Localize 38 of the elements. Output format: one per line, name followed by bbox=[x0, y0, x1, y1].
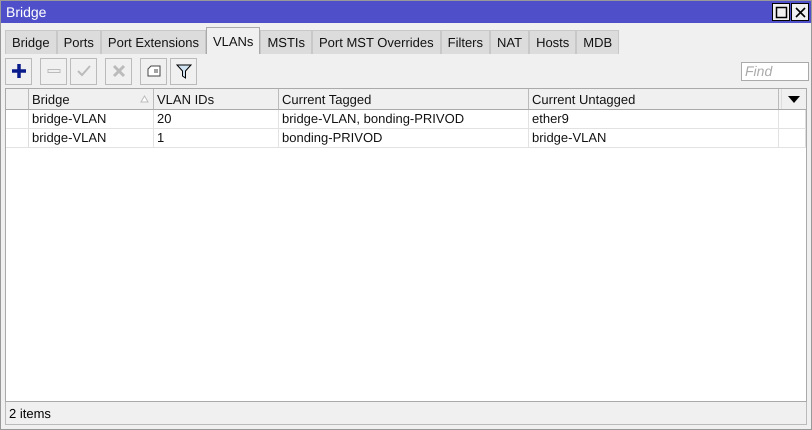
column-header[interactable]: Bridge bbox=[29, 89, 154, 109]
table-cell: bonding-PRIVOD bbox=[279, 129, 529, 147]
cross-icon bbox=[110, 63, 126, 79]
tab[interactable]: VLANs bbox=[206, 27, 260, 54]
tab[interactable]: MDB bbox=[576, 30, 620, 54]
maximize-icon bbox=[774, 6, 788, 18]
filter-button[interactable] bbox=[170, 58, 197, 84]
find-field[interactable]: Find bbox=[741, 62, 809, 80]
table-cell: bridge-VLAN bbox=[29, 110, 154, 128]
window-title: Bridge bbox=[6, 4, 46, 20]
item-count: 2 items bbox=[9, 406, 51, 420]
table-cell: bridge-VLAN, bonding-PRIVOD bbox=[279, 110, 529, 128]
plus-icon bbox=[10, 63, 26, 79]
comment-button[interactable] bbox=[140, 58, 167, 84]
column-header[interactable]: Current Untagged bbox=[529, 89, 779, 109]
table-cell: bridge-VLAN bbox=[29, 129, 154, 147]
tab[interactable]: Hosts bbox=[529, 30, 576, 54]
tab[interactable]: Port Extensions bbox=[100, 30, 206, 54]
caret-icon bbox=[788, 96, 800, 102]
close-icon bbox=[794, 6, 806, 18]
tab[interactable]: Bridge bbox=[5, 30, 57, 54]
table-cell: bridge-VLAN bbox=[529, 129, 779, 147]
column-header[interactable]: VLAN IDs bbox=[154, 89, 279, 109]
tab[interactable]: MSTIs bbox=[260, 30, 312, 54]
table-cell: 20 bbox=[154, 110, 279, 128]
check-icon bbox=[76, 63, 92, 79]
tab[interactable]: Ports bbox=[56, 30, 101, 54]
table-cell: ether9 bbox=[529, 110, 779, 128]
filter-icon bbox=[176, 63, 192, 79]
tab[interactable]: NAT bbox=[490, 30, 530, 54]
close-button[interactable] bbox=[791, 3, 809, 21]
tab[interactable]: Filters bbox=[440, 30, 490, 54]
table-cell: 1 bbox=[154, 129, 279, 147]
note-icon bbox=[146, 63, 162, 79]
add-button[interactable] bbox=[5, 58, 32, 84]
column-header[interactable]: Current Tagged bbox=[279, 89, 529, 109]
maximize-button[interactable] bbox=[772, 3, 790, 21]
tab[interactable]: Port MST Overrides bbox=[312, 30, 441, 54]
